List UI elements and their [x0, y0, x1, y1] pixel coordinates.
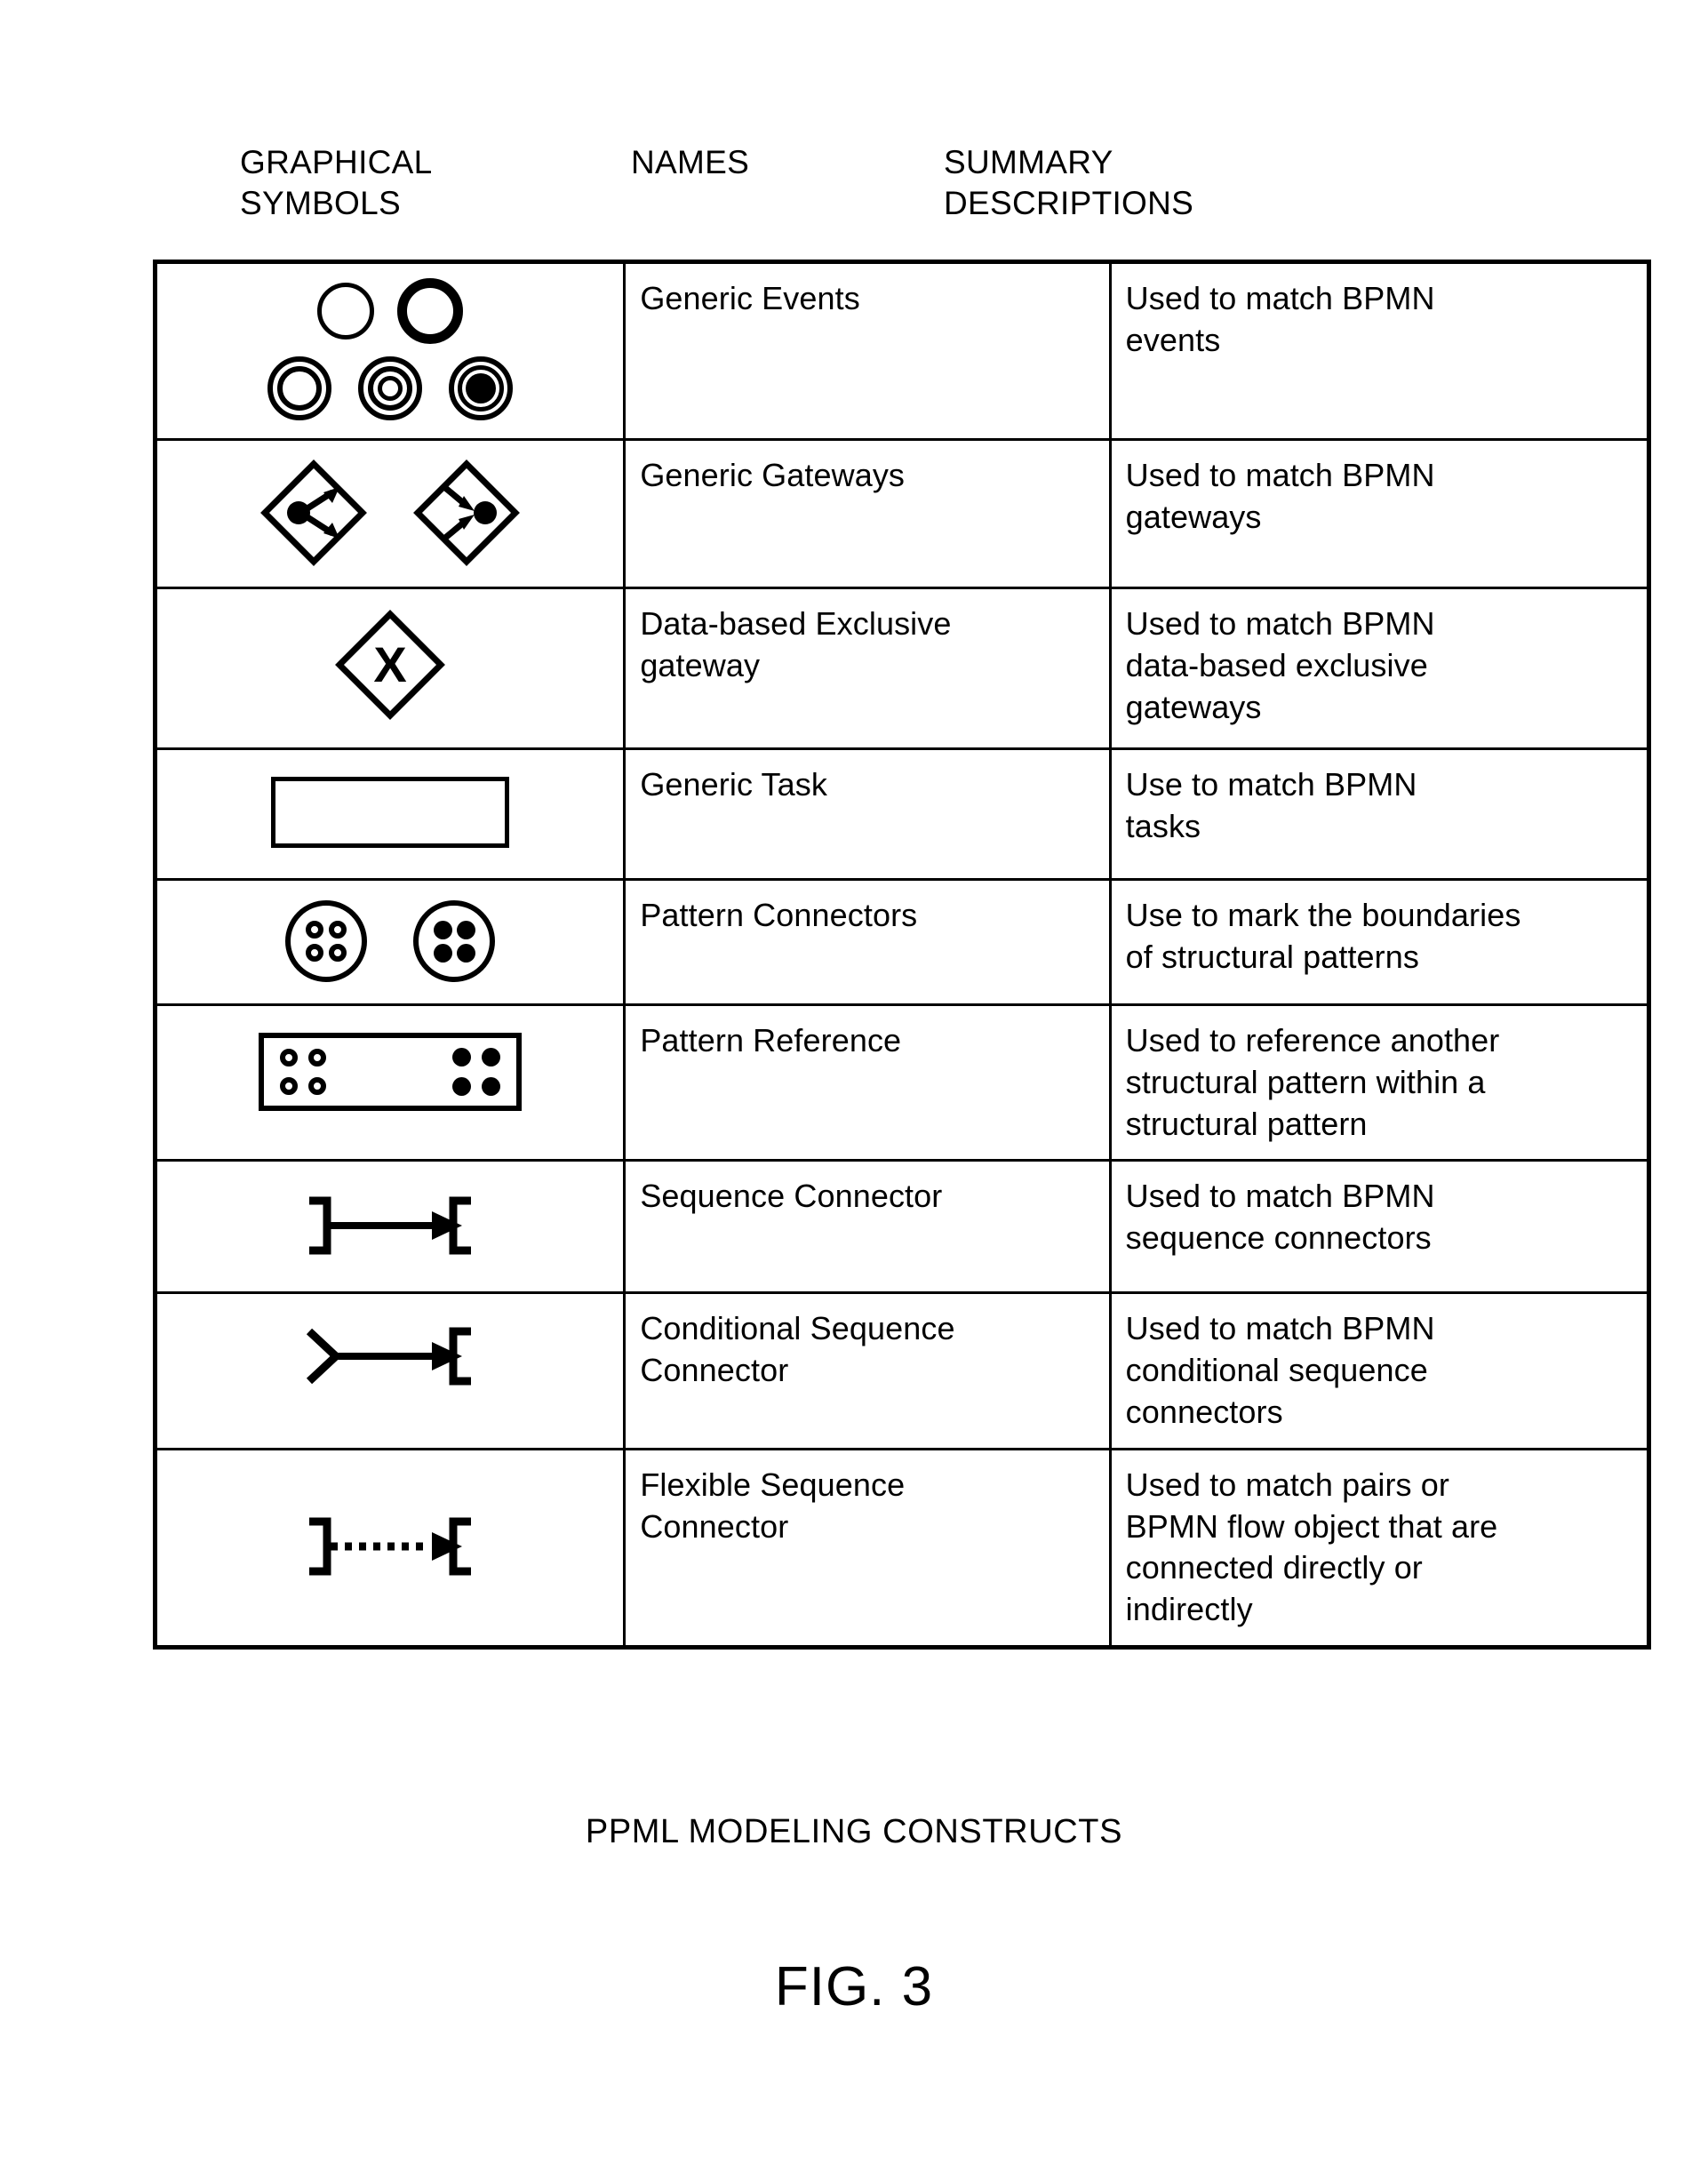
triple-circle-icon — [358, 356, 423, 420]
ppml-constructs-table: Generic Events Used to match BPMN events — [153, 260, 1651, 1650]
name-cell: Generic Task — [623, 747, 1112, 881]
construct-name: Pattern Connectors — [640, 897, 918, 933]
construct-description: Used to match BPMN sequence connectors — [1125, 1178, 1435, 1257]
table-row: Generic Task Use to match BPMN tasks — [153, 747, 1651, 881]
generic-task-symbol — [157, 750, 623, 878]
column-header-names: NAMES — [631, 144, 750, 180]
table-row: Conditional Sequence Connector Used to m… — [153, 1291, 1651, 1450]
conditional-sequence-connector-symbol — [157, 1294, 623, 1426]
double-circle-icon — [267, 356, 332, 420]
construct-name: Generic Gateways — [640, 457, 906, 493]
column-header-summary-descriptions: SUMMARY DESCRIPTIONS — [944, 144, 1194, 221]
construct-name: Flexible Sequence Connector — [640, 1466, 906, 1545]
symbol-cell — [153, 747, 627, 881]
construct-name: Conditional Sequence Connector — [640, 1310, 955, 1389]
table-row: Generic Events Used to match BPMN events — [153, 260, 1651, 441]
construct-name: Sequence Connector — [640, 1178, 943, 1215]
description-cell: Used to match pairs or BPMN flow object … — [1108, 1447, 1651, 1649]
table-row: Flexible Sequence Connector Used to matc… — [153, 1447, 1651, 1649]
description-cell: Used to match BPMN data-based exclusive … — [1108, 587, 1651, 750]
sequence-connector-icon — [297, 1192, 483, 1259]
description-cell: Used to reference another structural pat… — [1108, 1003, 1651, 1162]
thick-circle-icon — [397, 278, 464, 344]
flexible-sequence-connector-symbol — [157, 1450, 623, 1644]
generic-gateways-symbols — [157, 441, 623, 587]
table-row: Generic Gateways Used to match BPMN gate… — [153, 438, 1651, 589]
construct-name: Data-based Exclusive gateway — [640, 605, 952, 683]
column-headers: GRAPHICAL SYMBOLS NAMES SUMMARY DESCRIPT… — [153, 142, 1651, 249]
name-cell: Generic Gateways — [623, 438, 1112, 589]
pattern-connectors-symbols — [157, 881, 623, 1003]
symbol-cell — [153, 878, 627, 1006]
figure-caption: PPML MODELING CONSTRUCTS — [585, 1813, 1123, 1850]
pattern-reference-symbol — [157, 1006, 623, 1139]
symbol-cell — [153, 438, 627, 589]
task-rectangle-icon — [271, 777, 510, 848]
description-cell: Used to match BPMN gateways — [1108, 438, 1651, 589]
construct-description: Used to reference another structural pat… — [1125, 1022, 1500, 1142]
construct-description: Used to match BPMN gateways — [1125, 457, 1435, 535]
construct-description: Used to match BPMN conditional sequence … — [1125, 1310, 1435, 1430]
figure-number-label: FIG. 3 — [774, 1956, 934, 2017]
construct-description: Use to mark the boundaries of structural… — [1125, 897, 1521, 975]
flexible-sequence-connector-icon — [297, 1513, 483, 1580]
name-cell: Pattern Connectors — [623, 878, 1112, 1006]
symbol-cell: X — [153, 587, 627, 750]
name-cell: Generic Events — [623, 260, 1112, 441]
description-cell: Used to match BPMN sequence connectors — [1108, 1159, 1651, 1295]
construct-name: Generic Task — [640, 766, 827, 803]
symbol-cell — [153, 260, 627, 441]
name-cell: Pattern Reference — [623, 1003, 1112, 1162]
description-cell: Use to mark the boundaries of structural… — [1108, 878, 1651, 1006]
table-row: Pattern Connectors Use to mark the bound… — [153, 878, 1651, 1006]
column-header-graphical-symbols: GRAPHICAL SYMBOLS — [240, 144, 433, 221]
construct-description: Used to match BPMN events — [1125, 280, 1435, 358]
name-cell: Conditional Sequence Connector — [623, 1291, 1112, 1450]
sequence-connector-symbol — [157, 1162, 623, 1291]
symbol-cell — [153, 1159, 627, 1295]
name-cell: Sequence Connector — [623, 1159, 1112, 1295]
generic-events-symbols — [157, 264, 623, 438]
join-gateway-icon — [409, 455, 524, 571]
name-cell: Data-based Exclusive gateway — [623, 587, 1112, 750]
symbol-cell — [153, 1291, 627, 1450]
construct-name: Generic Events — [640, 280, 860, 316]
conditional-sequence-connector-icon — [297, 1322, 483, 1390]
description-cell: Used to match BPMN events — [1108, 260, 1651, 441]
table-row: Sequence Connector Used to match BPMN se… — [153, 1159, 1651, 1295]
construct-name: Pattern Reference — [640, 1022, 902, 1059]
pattern-reference-rectangle-icon — [259, 1033, 523, 1111]
hollow-dot-group — [280, 1049, 327, 1095]
symbol-cell — [153, 1003, 627, 1162]
solid-dot-group — [452, 1048, 501, 1096]
description-cell: Use to match BPMN tasks — [1108, 747, 1651, 881]
pattern-end-connector-icon — [413, 900, 496, 982]
data-based-exclusive-gateway-symbol: X — [157, 589, 623, 747]
filled-double-circle-icon — [449, 356, 514, 420]
name-cell: Flexible Sequence Connector — [623, 1447, 1112, 1649]
pattern-start-connector-icon — [285, 900, 368, 982]
table-row: Pattern Reference Used to reference anot… — [153, 1003, 1651, 1162]
construct-description: Used to match BPMN data-based exclusive … — [1125, 605, 1435, 725]
thin-circle-icon — [317, 283, 375, 340]
exclusive-gateway-icon: X — [331, 605, 450, 724]
construct-description: Used to match pairs or BPMN flow object … — [1125, 1466, 1498, 1628]
exclusive-gateway-x-glyph: X — [373, 636, 406, 692]
symbol-cell — [153, 1447, 627, 1649]
description-cell: Used to match BPMN conditional sequence … — [1108, 1291, 1651, 1450]
table-row: X Data-based Exclusive gateway Used to m… — [153, 587, 1651, 750]
construct-description: Use to match BPMN tasks — [1125, 766, 1417, 844]
split-gateway-icon — [256, 455, 371, 571]
